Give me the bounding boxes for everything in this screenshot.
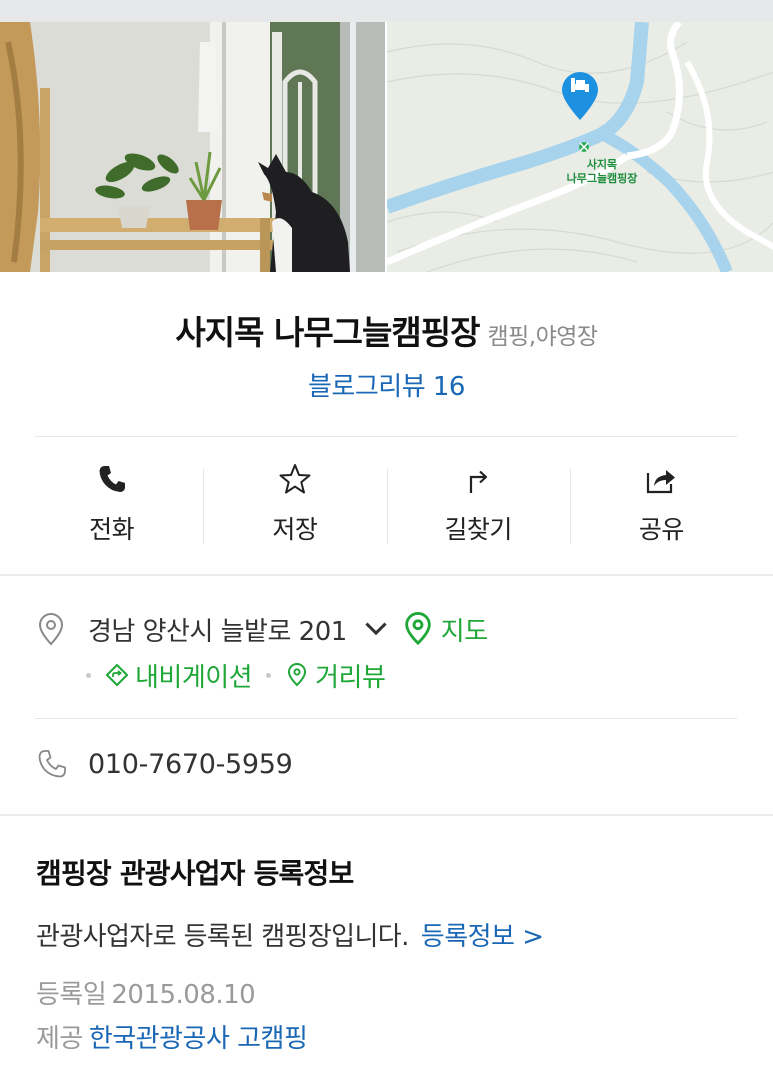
bullet-dot bbox=[86, 672, 91, 678]
location-pin-icon bbox=[38, 613, 64, 646]
registration-date-value: 2015.08.10 bbox=[111, 980, 256, 1010]
map-pin-icon bbox=[405, 612, 431, 646]
registration-info-link[interactable]: 등록정보 > bbox=[421, 922, 544, 952]
call-button[interactable]: 전화 bbox=[20, 458, 203, 554]
provider-link[interactable]: 한국관광공사 고캠핑 bbox=[89, 1024, 308, 1054]
share-button-label: 공유 bbox=[638, 515, 685, 544]
top-strip bbox=[0, 0, 773, 22]
share-button[interactable]: 공유 bbox=[569, 458, 753, 554]
title-row: 사지목 나무그늘캠핑장 캠핑,야영장 bbox=[0, 306, 773, 354]
directions-button[interactable]: 길찾기 bbox=[386, 458, 570, 554]
navigation-link[interactable]: 내비게이션 bbox=[135, 657, 253, 694]
place-name: 사지목 나무그늘캠핑장 bbox=[175, 313, 480, 352]
streetview-link[interactable]: 거리뷰 bbox=[315, 657, 386, 694]
blog-review-link[interactable]: 블로그리뷰 16 bbox=[308, 372, 465, 402]
streetview-pin-icon bbox=[288, 663, 307, 687]
phone-outline-icon bbox=[38, 750, 66, 778]
registration-date-label: 등록일 bbox=[36, 980, 107, 1010]
map-thumbnail[interactable]: 사지목 나무그늘캠핑장 bbox=[387, 22, 773, 272]
divider bbox=[35, 436, 737, 437]
section-separator bbox=[0, 574, 773, 576]
map-place-label: 사지목 나무그늘캠핑장 bbox=[547, 158, 657, 186]
registration-description: 관광사업자로 등록된 캠핑장입니다. bbox=[36, 922, 409, 952]
provider-row: 제공 한국관광공사 고캠핑 bbox=[36, 1018, 308, 1055]
save-button-label: 저장 bbox=[272, 515, 318, 544]
place-category: 캠핑,야영장 bbox=[487, 324, 598, 350]
map-link[interactable]: 지도 bbox=[441, 611, 488, 648]
save-button[interactable]: 저장 bbox=[203, 458, 386, 554]
car-icon bbox=[106, 664, 128, 686]
place-photo-image bbox=[0, 22, 385, 272]
phone-icon bbox=[99, 466, 125, 492]
provider-label: 제공 bbox=[36, 1024, 83, 1054]
share-icon bbox=[647, 470, 676, 494]
address-row: 경남 양산시 늘밭로 201 지도 bbox=[36, 606, 488, 652]
registration-title: 캠핑장 관광사업자 등록정보 bbox=[36, 857, 354, 890]
divider bbox=[35, 718, 737, 719]
phone-number[interactable]: 010-7670-5959 bbox=[88, 749, 293, 780]
map-label-line2: 나무그늘캠핑장 bbox=[566, 172, 638, 185]
star-icon bbox=[279, 464, 311, 494]
action-bar: 전화 저장 길찾기 공유 bbox=[20, 458, 753, 554]
place-photo[interactable] bbox=[0, 22, 385, 272]
map-thumbnail-image bbox=[387, 22, 773, 272]
phone-row[interactable]: 010-7670-5959 bbox=[36, 742, 293, 786]
call-button-label: 전화 bbox=[89, 515, 135, 544]
directions-icon bbox=[470, 470, 488, 493]
bullet-dot bbox=[266, 672, 272, 678]
registration-date-row: 등록일 2015.08.10 bbox=[36, 974, 256, 1011]
review-row: 블로그리뷰 16 bbox=[0, 366, 773, 403]
navigation-row: 내비게이션 거리뷰 bbox=[86, 654, 386, 696]
address-text: 경남 양산시 늘밭로 201 bbox=[88, 616, 347, 647]
directions-button-label: 길찾기 bbox=[444, 515, 512, 544]
section-separator bbox=[0, 814, 773, 816]
media-header: 사지목 나무그늘캠핑장 bbox=[0, 22, 773, 272]
registration-description-row: 관광사업자로 등록된 캠핑장입니다. 등록정보 > bbox=[36, 916, 544, 953]
chevron-down-icon[interactable] bbox=[361, 612, 391, 646]
map-label-line1: 사지목 bbox=[586, 158, 618, 171]
